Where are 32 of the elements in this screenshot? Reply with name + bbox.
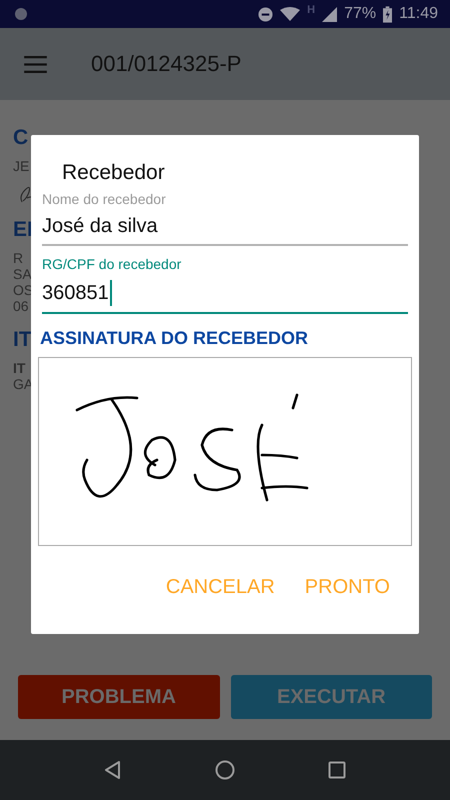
dialog-title: Recebedor bbox=[62, 161, 166, 185]
section-text: IT bbox=[13, 360, 26, 376]
signal-icon bbox=[322, 6, 338, 22]
section-text: R bbox=[13, 250, 24, 266]
notification-icon bbox=[14, 7, 28, 21]
input-field[interactable]: 360851 bbox=[42, 280, 408, 314]
recents-icon[interactable] bbox=[327, 760, 347, 780]
signature-pad[interactable] bbox=[38, 357, 412, 546]
input-field[interactable]: José da silva bbox=[42, 215, 408, 246]
section-text: JE bbox=[13, 158, 30, 174]
battery-charging-icon bbox=[383, 6, 392, 22]
signature-heading: ASSINATURA DO RECEBEDOR bbox=[40, 328, 310, 349]
execute-button[interactable]: EXECUTAR bbox=[230, 675, 432, 719]
menu-icon[interactable] bbox=[24, 56, 47, 72]
section-text: 06 bbox=[13, 298, 29, 314]
wifi-icon bbox=[280, 7, 300, 21]
clock: 11:49 bbox=[399, 5, 438, 23]
section-heading: IT bbox=[13, 328, 32, 352]
network-type: H bbox=[307, 4, 316, 16]
section-text: SA bbox=[13, 266, 32, 282]
home-icon[interactable] bbox=[215, 760, 235, 780]
do-not-disturb-icon bbox=[258, 6, 274, 22]
problem-button[interactable]: PROBLEMA bbox=[18, 675, 220, 719]
battery-percent: 77% bbox=[344, 5, 376, 23]
section-heading: C bbox=[13, 126, 28, 150]
done-button[interactable]: PRONTO bbox=[304, 576, 390, 599]
field-label: Nome do recebedor bbox=[42, 191, 166, 207]
back-icon[interactable] bbox=[103, 760, 123, 780]
order-title: 001/0124325-P bbox=[91, 51, 242, 77]
field-label: RG/CPF do recebedor bbox=[42, 256, 182, 272]
section-heading: EI bbox=[13, 218, 33, 242]
cancel-button[interactable]: CANCELAR bbox=[166, 576, 275, 599]
